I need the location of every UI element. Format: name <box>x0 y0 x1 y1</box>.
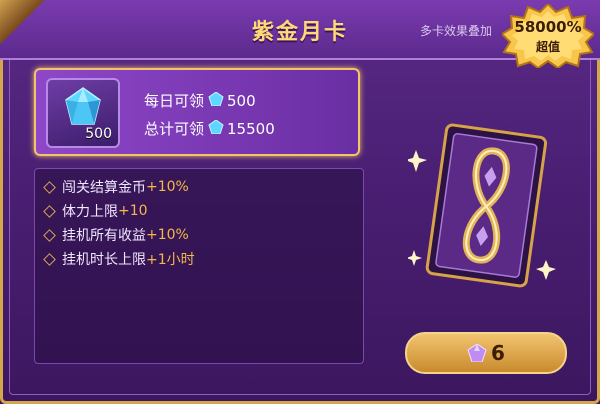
total-reward-row: 总计可领 15500 <box>144 118 275 139</box>
total-label: 总计可领 <box>144 120 205 138</box>
price-content: 6 <box>407 334 565 372</box>
reward-box: 500 每日可领 500 总计可领 15500 <box>34 68 360 156</box>
list-item: 挂机所有收益 +10% <box>43 225 189 245</box>
effect-label: 挂机时长上限 <box>62 252 146 268</box>
daily-label: 每日可领 <box>144 92 205 110</box>
purple-gem-icon <box>467 344 487 362</box>
value-badge: 58000% 超值 <box>502 4 594 68</box>
list-item: 挂机时长上限 +1小时 <box>43 249 195 269</box>
diamond-bullet-icon <box>43 180 56 194</box>
total-value: 15500 <box>227 119 275 138</box>
effect-label: 体力上限 <box>62 204 118 220</box>
effect-value: +10 <box>118 203 148 219</box>
daily-value: 500 <box>227 91 256 110</box>
badge-subtitle: 超值 <box>535 40 560 54</box>
small-gem-icon <box>208 118 224 138</box>
stack-effect-note: 多卡效果叠加 <box>419 24 492 38</box>
effect-value: +1小时 <box>146 252 195 268</box>
price-value: 6 <box>491 341 505 365</box>
monthly-card-artwork <box>405 110 558 306</box>
purple-card-icon <box>405 123 556 288</box>
daily-reward-row: 每日可领 500 <box>144 90 256 111</box>
list-item: 体力上限 +10 <box>43 201 148 221</box>
diamond-bullet-icon <box>43 228 56 242</box>
effect-label: 挂机所有收益 <box>62 228 146 244</box>
buy-button[interactable]: 6 <box>405 332 567 374</box>
badge-percent: 58000% <box>514 18 582 36</box>
effect-value: +10% <box>146 227 189 243</box>
effects-list: 闯关结算金币 +10% 体力上限 +10 挂机所有收益 +10% 挂机时长上限 … <box>34 168 364 364</box>
badge-burst-icon <box>502 4 594 68</box>
diamond-bullet-icon <box>43 204 56 218</box>
effect-label: 闯关结算金币 <box>62 180 146 196</box>
effect-value: +10% <box>146 179 189 195</box>
gem-reward-tile[interactable]: 500 <box>46 78 120 148</box>
list-item: 闯关结算金币 +10% <box>43 177 189 197</box>
crystal-gem-icon <box>65 87 101 125</box>
small-gem-icon <box>208 90 224 110</box>
gem-count: 500 <box>85 126 112 142</box>
diamond-bullet-icon <box>43 252 56 266</box>
